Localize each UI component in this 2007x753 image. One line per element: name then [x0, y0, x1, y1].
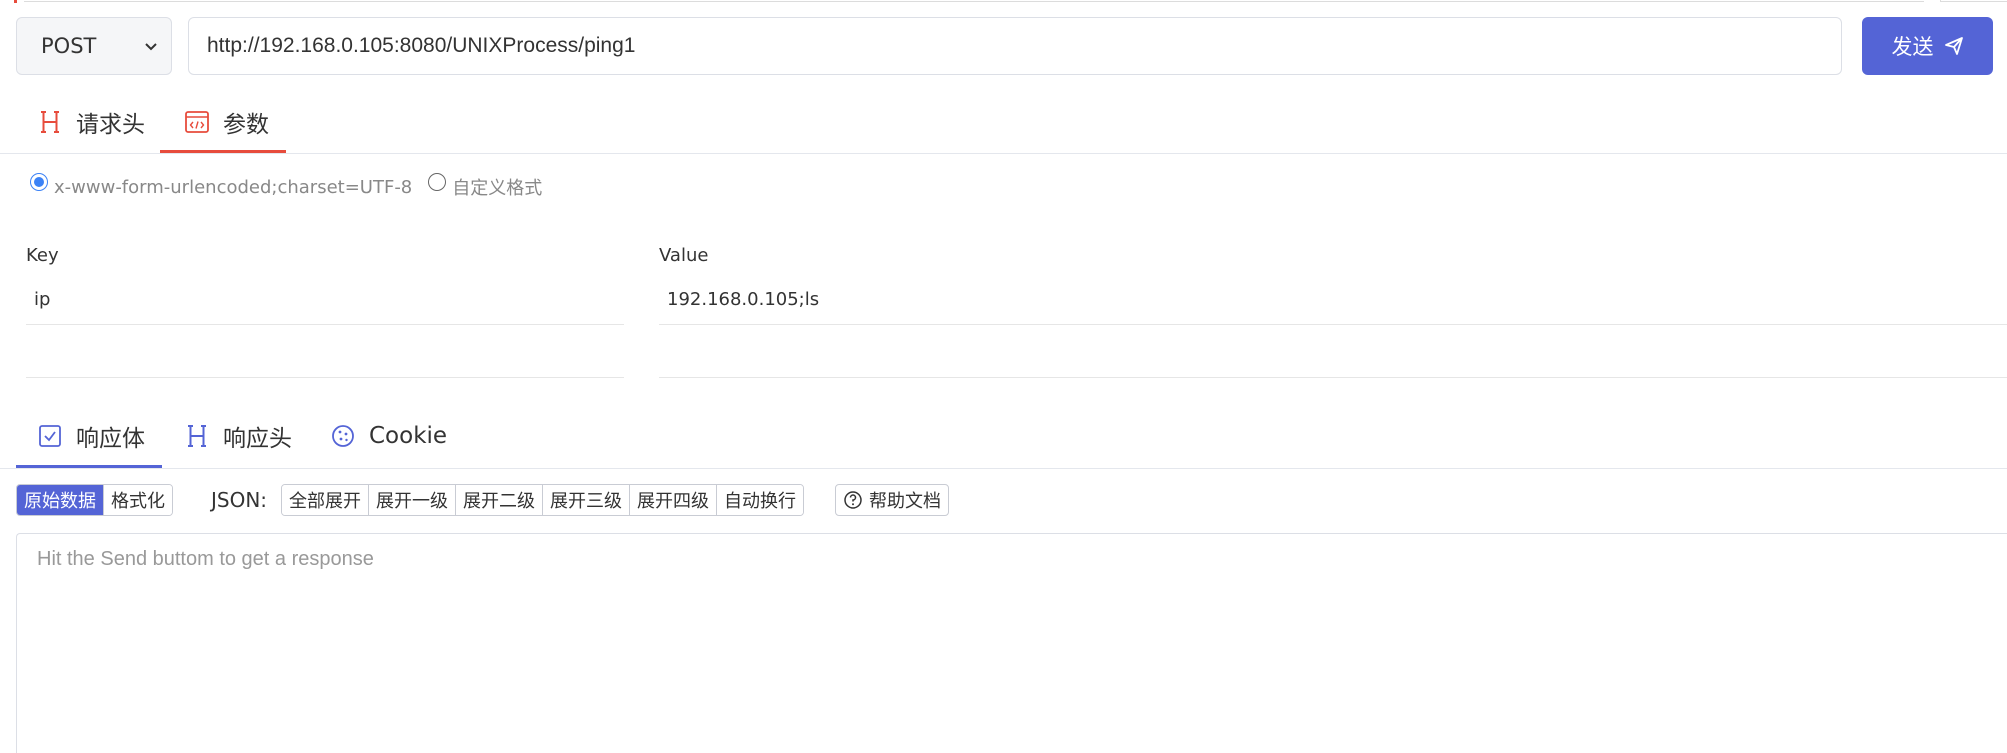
encoding-options: x-www-form-urlencoded;charset=UTF-8 自定义格…	[30, 172, 542, 202]
active-tab-indicator	[160, 150, 286, 153]
tab-label: 请求头	[76, 112, 145, 138]
param-value-cell[interactable]: 192.168.0.105;ls	[667, 289, 819, 310]
tabs-divider	[0, 468, 2007, 469]
format-button[interactable]: 格式化	[103, 485, 172, 515]
row-divider	[26, 324, 624, 325]
value-column-header: Value	[659, 245, 709, 266]
tabs-divider	[0, 153, 2007, 154]
tab-response-body[interactable]: 响应体	[36, 414, 145, 458]
response-placeholder: Hit the Send buttom to get a response	[37, 548, 374, 570]
method-value: POST	[41, 34, 97, 58]
url-input[interactable]: http://192.168.0.105:8080/UNIXProcess/pi…	[188, 17, 1842, 75]
cookie-icon	[332, 425, 354, 447]
tab-request-headers[interactable]: 请求头	[36, 100, 145, 144]
help-docs-button[interactable]: 帮助文档	[835, 484, 949, 516]
tab-response-headers[interactable]: 响应头	[183, 414, 292, 458]
tab-label: 响应头	[223, 426, 292, 452]
expand-level-4-button[interactable]: 展开四级	[629, 485, 716, 515]
question-circle-icon	[844, 491, 862, 509]
send-label: 发送	[1891, 35, 1934, 59]
radio-urlencoded-label[interactable]: x-www-form-urlencoded;charset=UTF-8	[54, 177, 412, 198]
param-key-cell[interactable]: ip	[34, 289, 50, 310]
method-select[interactable]: POST	[16, 17, 172, 75]
checkbox-icon	[39, 425, 61, 447]
word-wrap-button[interactable]: 自动换行	[716, 485, 803, 515]
expand-level-3-button[interactable]: 展开三级	[542, 485, 629, 515]
help-label: 帮助文档	[869, 491, 941, 512]
raw-data-button[interactable]: 原始数据	[17, 485, 103, 515]
key-column-header: Key	[26, 245, 59, 266]
top-edge-corner	[1940, 0, 2007, 2]
json-label: JSON:	[211, 488, 268, 512]
url-value: http://192.168.0.105:8080/UNIXProcess/pi…	[207, 34, 636, 57]
code-window-icon	[185, 111, 209, 133]
param-value-cell-empty[interactable]	[667, 342, 1967, 372]
active-tab-indicator	[16, 465, 162, 468]
json-expand-group: 全部展开 展开一级 展开二级 展开三级 展开四级 自动换行	[281, 484, 804, 516]
tab-params[interactable]: 参数	[183, 100, 269, 144]
param-key-cell-empty[interactable]	[34, 342, 614, 372]
tab-label: Cookie	[369, 423, 448, 449]
send-button[interactable]: 发送	[1862, 17, 1993, 75]
tab-label: 响应体	[76, 426, 145, 452]
h-header-icon	[188, 425, 206, 447]
expand-level-1-button[interactable]: 展开一级	[368, 485, 455, 515]
radio-custom-label[interactable]: 自定义格式	[452, 174, 542, 200]
radio-custom[interactable]	[428, 173, 447, 191]
chevron-down-icon	[145, 43, 157, 51]
response-body-area[interactable]: Hit the Send buttom to get a response	[16, 533, 2007, 753]
top-edge-line	[24, 0, 1924, 2]
expand-all-button[interactable]: 全部展开	[282, 485, 368, 515]
radio-urlencoded[interactable]	[30, 173, 48, 191]
h-header-icon	[41, 111, 59, 133]
expand-level-2-button[interactable]: 展开二级	[455, 485, 542, 515]
tab-cookie[interactable]: Cookie	[329, 414, 447, 458]
tab-label: 参数	[223, 112, 269, 138]
row-divider	[659, 324, 2007, 325]
top-edge-marker	[14, 0, 17, 3]
paper-plane-icon	[1944, 37, 1963, 55]
row-divider	[659, 377, 2007, 378]
view-mode-group: 原始数据 格式化	[16, 484, 173, 516]
row-divider	[26, 377, 624, 378]
